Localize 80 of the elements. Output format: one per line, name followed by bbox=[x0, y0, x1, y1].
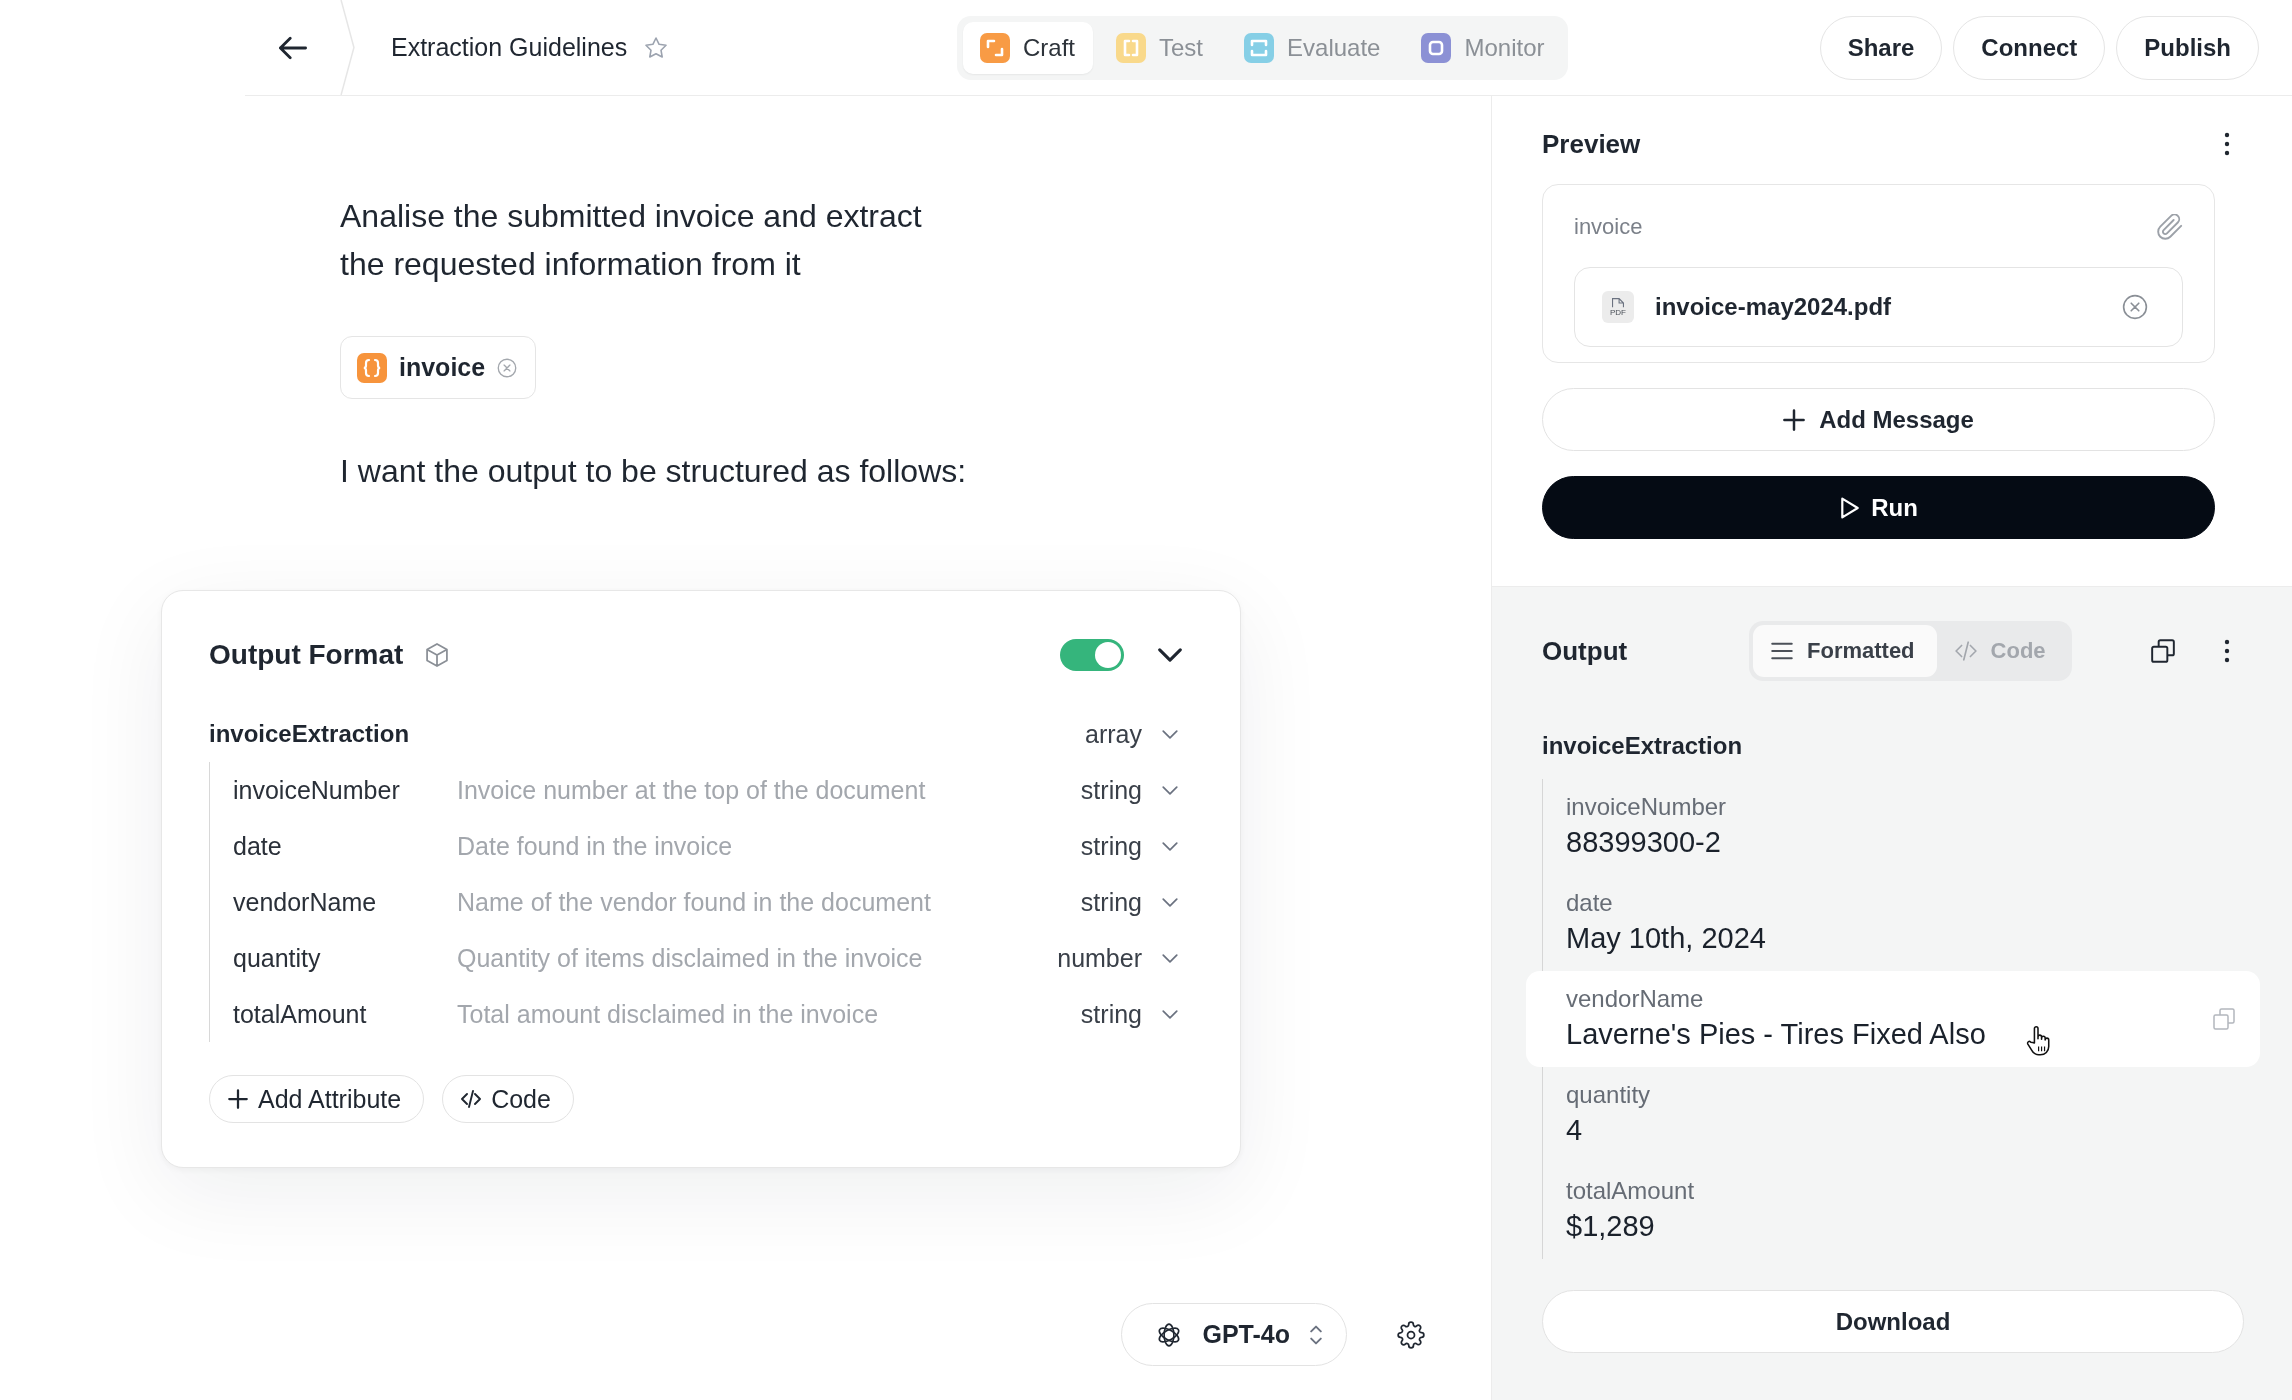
result-row[interactable]: totalAmount $1,289 bbox=[1543, 1163, 2244, 1259]
run-button[interactable]: Run bbox=[1542, 476, 2215, 539]
list-icon bbox=[1771, 640, 1793, 662]
code-icon bbox=[1954, 640, 1977, 662]
result-label: invoiceNumber bbox=[1566, 792, 1727, 822]
action-button[interactable]: Publish bbox=[2116, 15, 2259, 80]
file-name: invoice-may2024.pdf bbox=[1655, 293, 1892, 321]
code-button[interactable]: Code bbox=[442, 1075, 574, 1123]
field-description: Total amount disclaimed in the invoice bbox=[457, 999, 879, 1029]
tab[interactable]: Craft bbox=[963, 21, 1093, 74]
star-icon[interactable] bbox=[645, 37, 668, 58]
chevron-down-icon bbox=[1162, 897, 1178, 907]
field-description: Date found in the invoice bbox=[457, 831, 733, 861]
result-value: 88399300-2 bbox=[1566, 825, 1722, 860]
file-outline-icon bbox=[1612, 297, 1624, 308]
field-description: Quantity of items disclaimed in the invoice bbox=[457, 943, 923, 973]
field-name: invoiceNumber bbox=[233, 775, 401, 805]
type-dropdown[interactable]: number bbox=[1057, 943, 1182, 973]
chevron-down-icon[interactable] bbox=[1158, 648, 1182, 662]
result-value: 4 bbox=[1566, 1113, 1584, 1148]
variable-chip[interactable]: invoice bbox=[340, 336, 537, 399]
type-dropdown[interactable]: string bbox=[1080, 999, 1182, 1029]
page-title: Extraction Guidelines bbox=[391, 33, 628, 62]
chevron-down-icon bbox=[1162, 953, 1178, 963]
remove-icon[interactable] bbox=[2122, 294, 2148, 320]
result-label: date bbox=[1566, 888, 1614, 918]
result-value: May 10th, 2024 bbox=[1566, 921, 1766, 956]
prompt-text: I want the output to be structured as follows: bbox=[340, 452, 967, 491]
hand-pointer-icon bbox=[2026, 1025, 2050, 1056]
result-label: quantity bbox=[1566, 1080, 1651, 1110]
result-row[interactable]: quantity 4 bbox=[1543, 1067, 2244, 1163]
chevron-down-icon bbox=[1162, 785, 1178, 795]
add-attribute-button[interactable]: Add Attribute bbox=[209, 1075, 425, 1123]
action-button[interactable]: Connect bbox=[1953, 15, 2106, 80]
plus-icon bbox=[1783, 408, 1806, 431]
chevron-down-icon bbox=[1162, 841, 1178, 851]
result-row[interactable]: invoiceNumber 88399300-2 bbox=[1543, 779, 2244, 875]
type-dropdown[interactable]: string bbox=[1080, 775, 1182, 805]
section-title: Output bbox=[1542, 635, 1629, 667]
field-name: date bbox=[233, 831, 283, 861]
prompt-text: Analise the submitted invoice and extract the requested information from it bbox=[340, 197, 922, 284]
chevron-down-icon bbox=[1162, 1009, 1178, 1019]
toggle-switch[interactable] bbox=[1060, 639, 1124, 671]
braces-icon bbox=[357, 352, 387, 383]
result-value: Laverne's Pies - Tires Fixed Also bbox=[1566, 1017, 1986, 1052]
field-description: Invoice number at the top of the document bbox=[457, 775, 926, 805]
result-value: $1,289 bbox=[1566, 1209, 1656, 1244]
result-row[interactable]: vendorName Laverne's Pies - Tires Fixed Also bbox=[1526, 971, 2260, 1067]
field-name: totalAmount bbox=[233, 999, 368, 1029]
chevron-down-icon bbox=[1162, 729, 1178, 739]
paperclip-icon[interactable] bbox=[2157, 214, 2183, 240]
result-row[interactable]: date May 10th, 2024 bbox=[1543, 875, 2244, 971]
settings-icon[interactable] bbox=[1397, 1320, 1425, 1349]
action-button[interactable]: Share bbox=[1819, 15, 1943, 80]
result-label: totalAmount bbox=[1566, 1176, 1695, 1206]
remove-icon[interactable] bbox=[497, 357, 518, 378]
field-name: invoiceExtraction bbox=[209, 720, 410, 748]
updown-chevron-icon bbox=[1310, 1324, 1322, 1345]
field-description: Name of the vendor found in the document bbox=[457, 887, 931, 917]
input-label: invoice bbox=[1574, 214, 1643, 240]
add-message-button[interactable]: Add Message bbox=[1542, 388, 2215, 451]
plus-icon bbox=[228, 1089, 248, 1109]
view-tab[interactable]: Formatted bbox=[1753, 625, 1937, 677]
model-selector[interactable]: GPT-4o bbox=[1121, 1303, 1347, 1366]
file-type-label: PDF bbox=[1610, 307, 1626, 317]
copy-icon[interactable] bbox=[2150, 638, 2176, 664]
type-dropdown[interactable]: string bbox=[1080, 831, 1182, 861]
code-icon bbox=[461, 1089, 482, 1109]
more-icon[interactable] bbox=[2224, 132, 2230, 156]
play-icon bbox=[1839, 496, 1862, 519]
result-label: vendorName bbox=[1566, 984, 1705, 1014]
field-name: quantity bbox=[233, 943, 322, 973]
section-title: Preview bbox=[1542, 128, 1641, 160]
download-button[interactable]: Download bbox=[1542, 1290, 2244, 1353]
more-icon[interactable] bbox=[2224, 639, 2230, 663]
type-dropdown[interactable]: array bbox=[1085, 719, 1182, 749]
result-title: invoiceExtraction bbox=[1542, 731, 1744, 761]
field-name: vendorName bbox=[233, 887, 378, 917]
card-title: Output Format bbox=[209, 639, 404, 671]
type-dropdown[interactable]: string bbox=[1080, 887, 1182, 917]
